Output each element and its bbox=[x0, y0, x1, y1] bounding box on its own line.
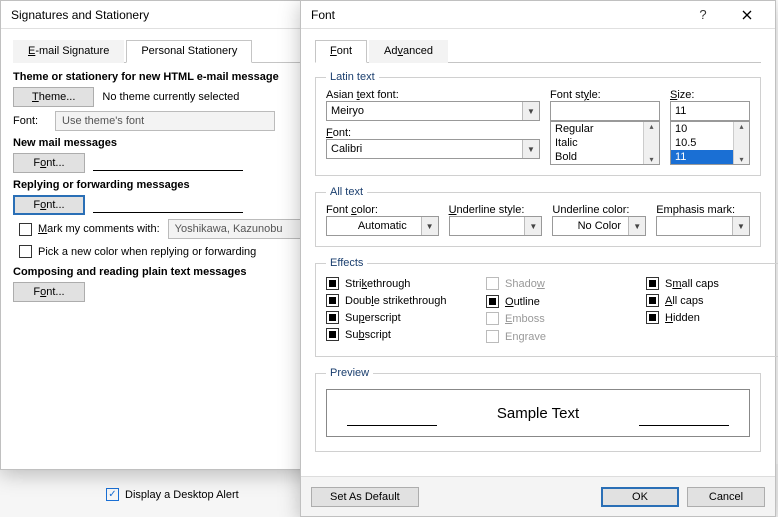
checkbox-filled-icon bbox=[646, 277, 659, 290]
latin-font-select[interactable]: Calibri ▼ bbox=[326, 139, 540, 159]
preview-underline-right bbox=[639, 425, 729, 426]
chevron-down-icon: ▼ bbox=[522, 102, 539, 120]
underline-style-select[interactable]: ▼ bbox=[449, 216, 543, 236]
font-style-input[interactable] bbox=[550, 101, 660, 121]
asian-font-select[interactable]: Meiryo ▼ bbox=[326, 101, 540, 121]
font-footer: Set As Default OK Cancel bbox=[301, 476, 775, 516]
chevron-down-icon: ▼ bbox=[732, 217, 749, 235]
font-color-select[interactable]: Automatic ▼ bbox=[326, 216, 439, 236]
checkbox-filled-icon bbox=[646, 311, 659, 324]
checkbox-icon bbox=[486, 312, 499, 325]
preview-underline-left bbox=[347, 425, 437, 426]
checkbox-icon bbox=[19, 245, 32, 258]
checkbox-icon bbox=[486, 330, 499, 343]
latin-text-legend: Latin text bbox=[326, 71, 379, 83]
checkbox-filled-icon bbox=[326, 277, 339, 290]
emboss-checkbox: Emboss bbox=[486, 312, 646, 325]
preview-text: Sample Text bbox=[497, 405, 579, 422]
effects-group: Effects Strikethrough Double strikethrou… bbox=[315, 257, 778, 357]
emphasis-mark-label: Emphasis mark: bbox=[656, 204, 750, 216]
smallcaps-checkbox[interactable]: Small caps bbox=[646, 277, 778, 290]
superscript-checkbox[interactable]: Superscript bbox=[326, 311, 486, 324]
close-icon bbox=[742, 10, 752, 20]
effects-legend: Effects bbox=[326, 257, 367, 269]
preview-group: Preview Sample Text bbox=[315, 367, 761, 452]
font-button-reply[interactable]: Font... bbox=[13, 195, 85, 215]
help-button[interactable]: ? bbox=[681, 1, 725, 29]
font-label: Font: bbox=[13, 115, 47, 127]
font-color-label: Font color: bbox=[326, 204, 439, 216]
subscript-checkbox[interactable]: Subscript bbox=[326, 328, 486, 341]
tab-personal-stationery[interactable]: Personal Stationery bbox=[126, 40, 252, 63]
font-button-plain[interactable]: Font... bbox=[13, 282, 85, 302]
shadow-checkbox: Shadow bbox=[486, 277, 646, 290]
preview-legend: Preview bbox=[326, 367, 373, 379]
engrave-checkbox: Engrave bbox=[486, 330, 646, 343]
close-button[interactable] bbox=[725, 1, 769, 29]
checkbox-filled-icon bbox=[326, 294, 339, 307]
set-default-button[interactable]: Set As Default bbox=[311, 487, 419, 507]
new-mail-sample bbox=[93, 155, 243, 171]
scrollbar[interactable]: ▴▾ bbox=[733, 122, 749, 164]
ok-button[interactable]: OK bbox=[601, 487, 679, 507]
font-label2: Font: bbox=[326, 127, 540, 139]
checkbox-filled-icon bbox=[646, 294, 659, 307]
outline-checkbox[interactable]: Outline bbox=[486, 295, 646, 308]
checkbox-checked-icon: ✓ bbox=[106, 488, 119, 501]
asian-font-label: Asian text font: bbox=[326, 89, 540, 101]
underline-style-label: Underline style: bbox=[449, 204, 543, 216]
latin-text-group: Latin text Asian text font: Meiryo ▼ Fon… bbox=[315, 71, 761, 176]
chevron-down-icon: ▼ bbox=[522, 140, 539, 158]
chevron-down-icon: ▼ bbox=[524, 217, 541, 235]
allcaps-checkbox[interactable]: All caps bbox=[646, 294, 778, 307]
chevron-down-icon: ▼ bbox=[421, 217, 438, 235]
hidden-checkbox[interactable]: Hidden bbox=[646, 311, 778, 324]
strikethrough-checkbox[interactable]: Strikethrough bbox=[326, 277, 486, 290]
mark-comments-value: Yoshikawa, Kazunobu bbox=[168, 219, 318, 239]
mark-comments-checkbox[interactable]: Mark my comments with: bbox=[19, 223, 160, 236]
checkbox-filled-icon bbox=[326, 328, 339, 341]
theme-button[interactable]: Theme... bbox=[13, 87, 94, 107]
font-button-new[interactable]: Font... bbox=[13, 153, 85, 173]
tab-advanced[interactable]: Advanced bbox=[369, 40, 448, 63]
desktop-alert-label: Display a Desktop Alert bbox=[125, 489, 239, 501]
theme-font-select: Use theme's font bbox=[55, 111, 275, 131]
size-label: Size: bbox=[670, 89, 750, 101]
double-strike-checkbox[interactable]: Double strikethrough bbox=[326, 294, 486, 307]
emphasis-mark-select[interactable]: ▼ bbox=[656, 216, 750, 236]
desktop-alert-option[interactable]: ✓ Display a Desktop Alert bbox=[106, 488, 239, 501]
cancel-button[interactable]: Cancel bbox=[687, 487, 765, 507]
no-theme-text: No theme currently selected bbox=[102, 91, 239, 103]
reply-sample bbox=[93, 197, 243, 213]
checkbox-filled-icon bbox=[326, 311, 339, 324]
size-list[interactable]: 10 10.5 11 ▴▾ bbox=[670, 121, 750, 165]
font-style-list[interactable]: Regular Italic Bold ▴▾ bbox=[550, 121, 660, 165]
underline-color-select[interactable]: No Color ▼ bbox=[552, 216, 646, 236]
all-text-legend: All text bbox=[326, 186, 367, 198]
font-style-label: Font style: bbox=[550, 89, 660, 101]
tab-font[interactable]: Font bbox=[315, 40, 367, 63]
tab-email-signature[interactable]: E-mail Signature bbox=[13, 40, 124, 63]
checkbox-icon bbox=[19, 223, 32, 236]
font-tabs: Font Advanced bbox=[315, 39, 761, 63]
pick-color-checkbox[interactable]: Pick a new color when replying or forwar… bbox=[19, 245, 256, 258]
font-window-title: Font bbox=[311, 8, 681, 22]
underline-color-label: Underline color: bbox=[552, 204, 646, 216]
chevron-down-icon: ▼ bbox=[628, 217, 645, 235]
size-input[interactable]: 11 bbox=[670, 101, 750, 121]
all-text-group: All text Font color: Automatic ▼ Underli… bbox=[315, 186, 761, 247]
checkbox-filled-icon bbox=[486, 295, 499, 308]
font-window: Font ? Font Advanced Latin text Asian te… bbox=[300, 0, 776, 517]
preview-box: Sample Text bbox=[326, 389, 750, 437]
scrollbar[interactable]: ▴▾ bbox=[643, 122, 659, 164]
checkbox-icon bbox=[486, 277, 499, 290]
font-titlebar: Font ? bbox=[301, 1, 775, 29]
